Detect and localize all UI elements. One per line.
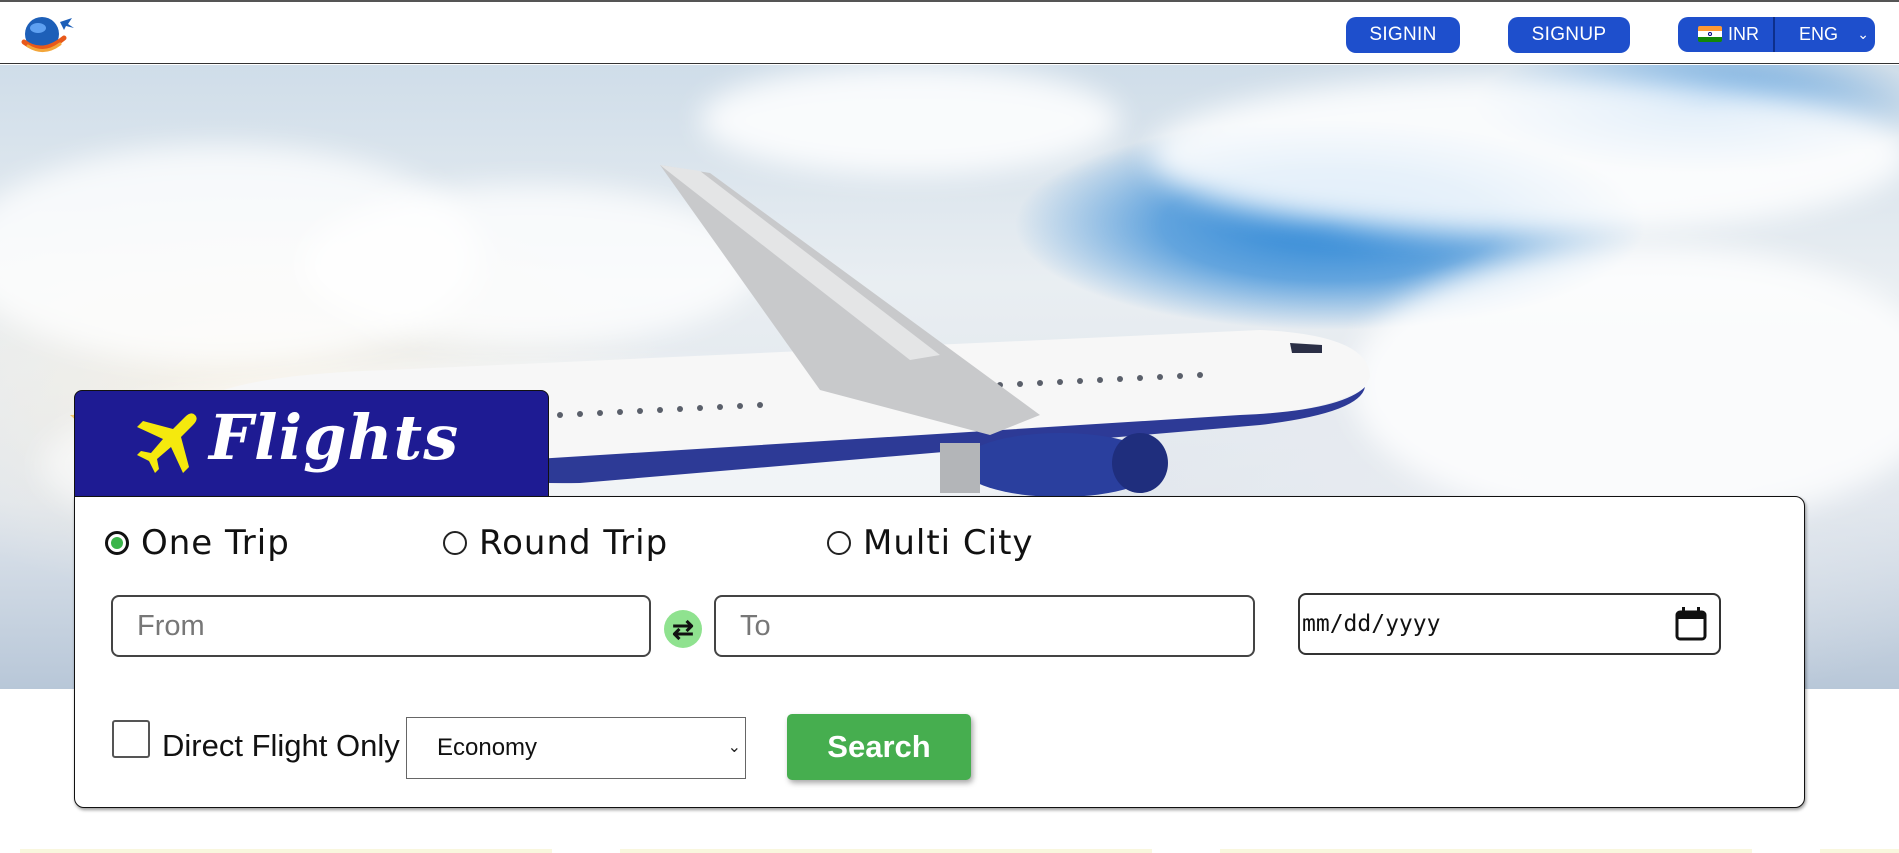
currency-selector[interactable]: INR	[1678, 17, 1775, 52]
card-edge	[620, 849, 1152, 853]
direct-flight-label: Direct Flight Only	[162, 728, 400, 763]
top-header: SIGNIN SIGNUP INR ENG ⌄	[0, 0, 1899, 64]
one-trip-label: One Trip	[141, 523, 290, 563]
cabin-class-select[interactable]: Economy ⌄	[406, 717, 746, 779]
calendar-icon[interactable]	[1675, 607, 1707, 641]
airplane-icon	[137, 413, 197, 473]
chevron-down-icon: ⌄	[727, 739, 741, 756]
search-button[interactable]: Search	[787, 714, 971, 780]
one-trip-radio[interactable]	[105, 531, 129, 555]
to-input[interactable]: To	[714, 595, 1255, 657]
swap-arrows-icon[interactable]: ⇄	[664, 610, 702, 648]
language-label: ENG	[1799, 24, 1839, 44]
globe-airplane-logo-icon[interactable]	[20, 12, 74, 56]
card-edge	[1220, 849, 1752, 853]
cabin-class-value: Economy	[437, 734, 538, 761]
currency-label: INR	[1728, 24, 1759, 44]
trip-type-one-trip[interactable]: One Trip	[105, 521, 290, 565]
signin-button[interactable]: SIGNIN	[1346, 17, 1460, 53]
trip-type-multi-city[interactable]: Multi City	[827, 521, 1034, 565]
from-input[interactable]: From	[111, 595, 651, 657]
departure-date-input[interactable]: mm/dd/yyyy	[1298, 593, 1721, 655]
round-trip-label: Round Trip	[479, 523, 669, 563]
direct-flight-checkbox[interactable]	[112, 720, 150, 758]
chevron-down-icon: ⌄	[1857, 26, 1869, 42]
date-placeholder: mm/dd/yyyy	[1302, 611, 1441, 637]
language-selector[interactable]: ENG ⌄	[1777, 17, 1875, 52]
card-edge	[20, 849, 552, 853]
currency-language-selector: INR ENG ⌄	[1678, 17, 1875, 52]
round-trip-radio[interactable]	[443, 531, 467, 555]
card-edge	[1820, 849, 1899, 853]
flights-tab-title: Flights	[209, 401, 460, 474]
multi-city-radio[interactable]	[827, 531, 851, 555]
india-flag-icon	[1698, 26, 1722, 42]
flight-search-panel: One Trip Round Trip Multi City From ⇄ To…	[74, 496, 1805, 808]
flights-tab[interactable]: Flights	[74, 390, 549, 498]
multi-city-label: Multi City	[863, 523, 1034, 563]
signup-button[interactable]: SIGNUP	[1508, 17, 1630, 53]
trip-type-round-trip[interactable]: Round Trip	[443, 521, 668, 565]
